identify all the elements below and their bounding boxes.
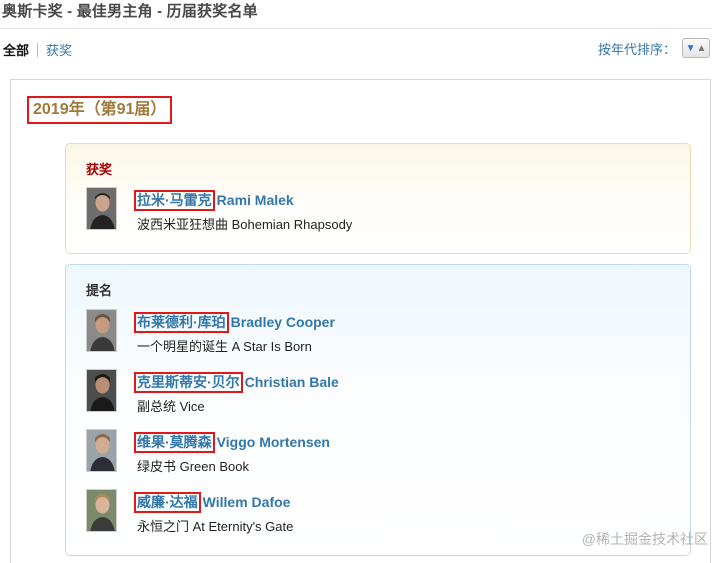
actor-en-name-link[interactable]: Christian Bale <box>245 374 339 390</box>
sort-toggle-button[interactable]: ▼ ▲ <box>682 38 710 58</box>
actor-en-name-link[interactable]: Viggo Mortensen <box>217 434 330 450</box>
filter-bar: 全部 获奖 <box>3 40 72 59</box>
actor-photo[interactable] <box>86 369 117 412</box>
nominee-section-label: 提名 <box>86 283 113 298</box>
title-divider <box>0 28 712 29</box>
actor-name: 威廉·达福 Willem Dafoe <box>134 492 290 513</box>
actor-en-name-link[interactable]: Rami Malek <box>217 192 294 208</box>
page-title: 奥斯卡奖 - 最佳男主角 - 历届获奖名单 <box>2 3 258 20</box>
actor-name: 克里斯蒂安·贝尔 Christian Bale <box>134 372 339 393</box>
actor-cn-name-link[interactable]: 克里斯蒂安·贝尔 <box>134 372 243 393</box>
film-title: 绿皮书 Green Book <box>137 459 249 474</box>
filter-all[interactable]: 全部 <box>3 40 29 59</box>
actor-photo[interactable] <box>86 429 117 472</box>
actor-name: 维果·莫腾森 Viggo Mortensen <box>134 432 330 453</box>
year-heading: 2019年（第91届） <box>27 96 173 124</box>
arrow-down-icon: ▼ <box>685 42 696 54</box>
filter-won-link[interactable]: 获奖 <box>46 40 72 59</box>
arrow-up-icon: ▲ <box>696 42 707 54</box>
actor-cn-name-link[interactable]: 拉米·马雷克 <box>134 190 215 211</box>
actor-name: 拉米·马雷克 Rami Malek <box>134 190 294 211</box>
actor-cn-name-link[interactable]: 威廉·达福 <box>134 492 201 513</box>
winner-section-label: 获奖 <box>86 162 113 177</box>
sort-bar: 按年代排序： ▼ ▲ <box>598 38 710 58</box>
nominee-panel: 提名 布莱德利·库珀 Bradley Cooper 一个明星的诞生 A Star … <box>65 264 691 556</box>
film-title: 波西米亚狂想曲 Bohemian Rhapsody <box>137 217 353 232</box>
winner-panel: 获奖 拉米·马雷克 Rami Malek 波西米亚狂想曲 Bohemian Rha… <box>65 143 691 254</box>
film-title: 一个明星的诞生 A Star Is Born <box>137 339 312 354</box>
watermark: @稀土掘金技术社区 <box>581 531 708 547</box>
actor-name: 布莱德利·库珀 Bradley Cooper <box>134 312 335 333</box>
actor-photo[interactable] <box>86 309 117 352</box>
actor-en-name-link[interactable]: Willem Dafoe <box>203 494 291 510</box>
actor-cn-name-link[interactable]: 布莱德利·库珀 <box>134 312 229 333</box>
actor-en-name-link[interactable]: Bradley Cooper <box>231 314 335 330</box>
filter-divider <box>37 42 39 57</box>
film-title: 副总统 Vice <box>137 399 205 414</box>
sort-label[interactable]: 按年代排序： <box>598 39 676 58</box>
actor-cn-name-link[interactable]: 维果·莫腾森 <box>134 432 215 453</box>
actor-photo[interactable] <box>86 187 117 230</box>
film-title: 永恒之门 At Eternity's Gate <box>137 519 294 534</box>
actor-photo[interactable] <box>86 489 117 532</box>
